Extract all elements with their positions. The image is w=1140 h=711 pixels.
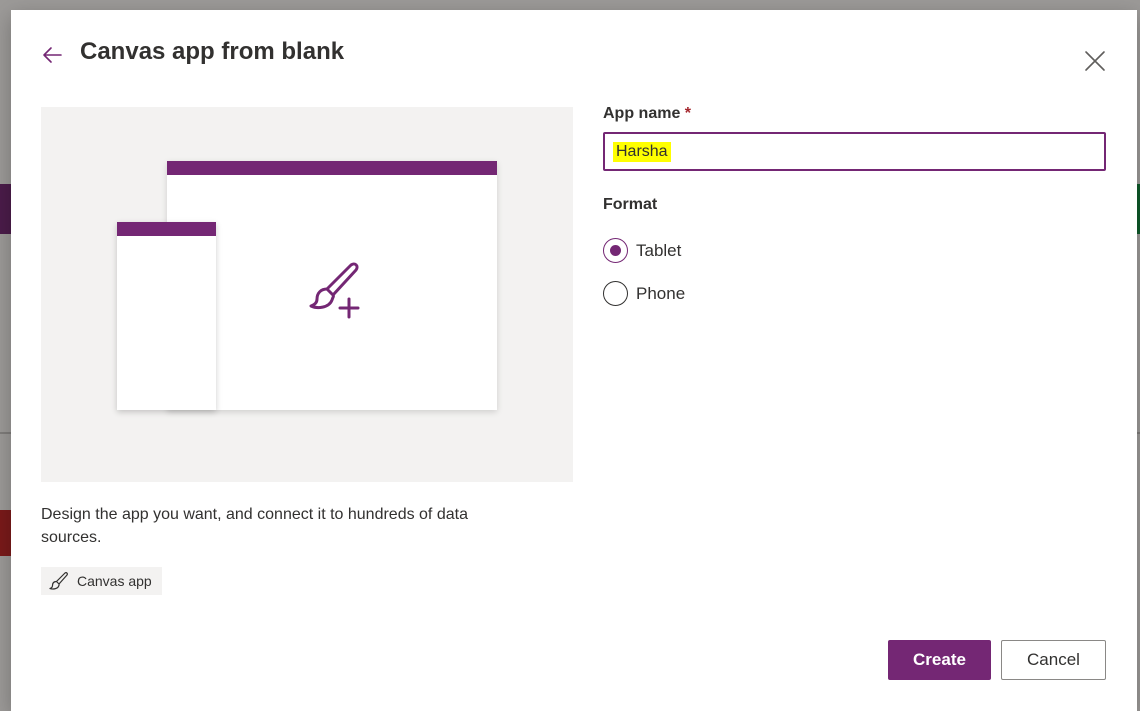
radio-phone[interactable] — [603, 281, 628, 306]
app-name-value: Harsha — [613, 141, 671, 162]
dialog-description: Design the app you want, and connect it … — [41, 506, 468, 546]
format-option-phone[interactable]: Phone — [603, 281, 685, 306]
canvas-app-illustration — [41, 107, 573, 482]
brush-icon — [49, 572, 68, 590]
format-option-label: Phone — [636, 283, 686, 303]
app-name-input[interactable]: Harsha — [603, 132, 1106, 171]
radio-tablet[interactable] — [603, 238, 628, 263]
back-button[interactable] — [39, 42, 65, 68]
arrow-left-icon — [43, 47, 62, 63]
format-label: Format — [603, 196, 658, 213]
required-indicator: * — [684, 105, 692, 122]
app-name-label: App name * — [603, 105, 691, 123]
tag-label: Canvas app — [77, 573, 152, 589]
backdrop-tile — [0, 510, 11, 556]
app-name-label-text: App name — [603, 105, 681, 122]
create-button[interactable]: Create — [888, 640, 991, 680]
format-option-tablet[interactable]: Tablet — [603, 238, 681, 263]
cancel-button[interactable]: Cancel — [1001, 640, 1106, 680]
dialog-title: Canvas app from blank — [80, 38, 345, 65]
close-icon — [1085, 51, 1105, 71]
window-titlebar — [167, 161, 497, 175]
format-option-label: Tablet — [636, 240, 682, 260]
backdrop-tile — [0, 184, 11, 234]
backdrop-divider — [0, 432, 11, 434]
window-titlebar — [117, 222, 216, 236]
canvas-app-tag: Canvas app — [41, 567, 162, 595]
phone-window-graphic — [117, 222, 216, 410]
close-button[interactable] — [1082, 48, 1108, 74]
brush-plus-icon — [309, 262, 360, 319]
create-app-dialog: Canvas app from blank Design the app you… — [11, 10, 1137, 711]
